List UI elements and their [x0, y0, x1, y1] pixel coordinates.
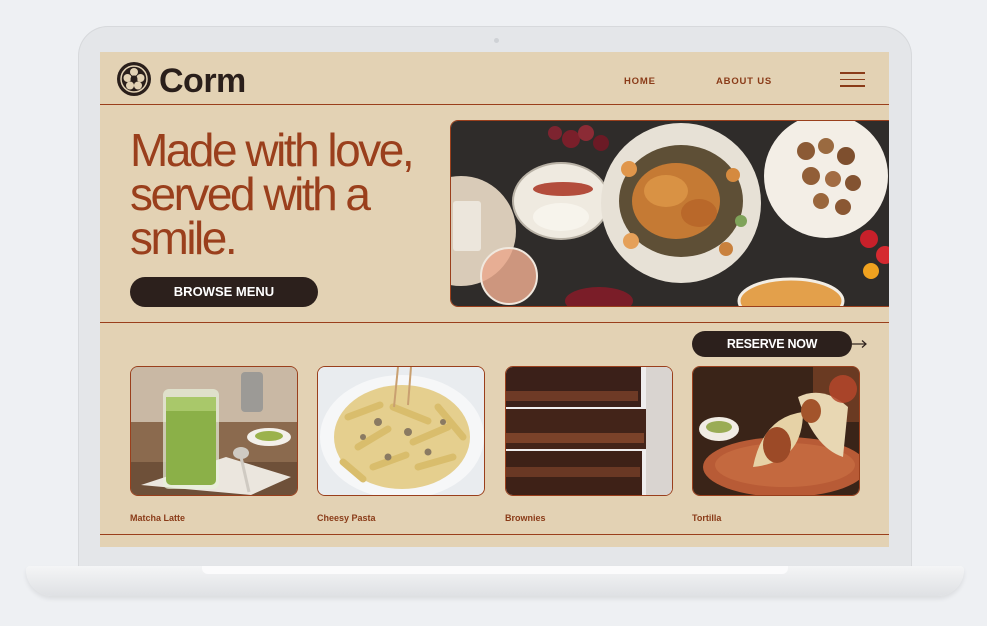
nav-about-link[interactable]: ABOUT US [716, 76, 772, 87]
hero-headline: Made with love, served with a smile. [130, 124, 440, 264]
menu-card-tortilla[interactable] [692, 366, 860, 496]
headline-line: Made with love, [130, 124, 415, 176]
browse-menu-button[interactable]: BROWSE MENU [130, 277, 318, 307]
hamburger-menu-icon[interactable] [840, 72, 865, 88]
headline-line: served with a [130, 168, 371, 220]
menu-card-cheesy-pasta[interactable] [317, 366, 485, 496]
footer-divider [100, 534, 889, 535]
logo-icon[interactable] [116, 61, 152, 97]
laptop-notch [202, 566, 788, 574]
tortilla-image [693, 367, 859, 495]
nav-home-link[interactable]: HOME [624, 76, 656, 87]
section-divider [100, 322, 889, 323]
menu-card-label: Brownies [505, 513, 546, 523]
headline-line: smile. [130, 212, 238, 264]
matcha-latte-image [131, 367, 297, 495]
arrow-right-icon [852, 340, 867, 348]
laptop-camera [494, 38, 499, 43]
site-header: Corm HOME ABOUT US [100, 52, 889, 105]
website-screen: Corm HOME ABOUT US Made with love, serve… [100, 52, 889, 547]
brownies-image [506, 367, 672, 495]
hero-food-image [450, 120, 889, 307]
menu-card-brownies[interactable] [505, 366, 673, 496]
menu-card-label: Cheesy Pasta [317, 513, 376, 523]
menu-card-matcha-latte[interactable] [130, 366, 298, 496]
menu-card-label: Matcha Latte [130, 513, 186, 523]
menu-card-label: Tortilla [692, 513, 722, 523]
cheesy-pasta-image [318, 367, 484, 495]
brand-name[interactable]: Corm [159, 61, 246, 101]
reserve-now-button[interactable]: RESERVE NOW [692, 331, 852, 357]
